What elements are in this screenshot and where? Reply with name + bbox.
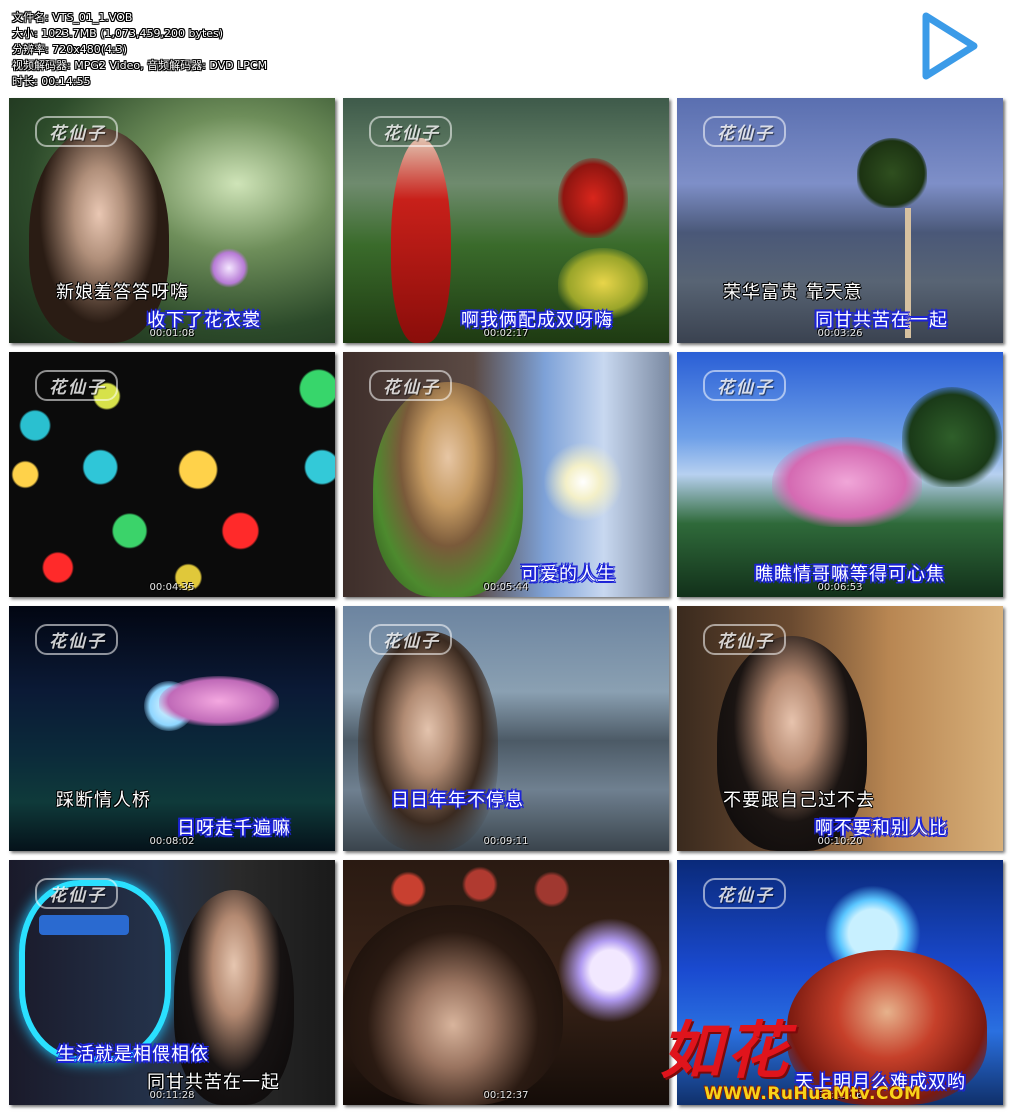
thumbnail[interactable]: 花仙子 瞧瞧情哥嘛等得可心焦 00:06:53 [677,352,1003,597]
thumbnail[interactable]: 花仙子 日日年年不停息 00:09:11 [343,606,669,851]
thumbnail[interactable]: 花仙子 啊我俩配成双呀嗨 00:02:17 [343,98,669,343]
timestamp: 00:02:17 [483,328,529,339]
channel-logo: 花仙子 [35,370,118,401]
timestamp: 00:05:44 [483,582,529,593]
lyric-line-1: 生活就是相偎相依 [57,1044,209,1065]
thumbnail[interactable]: 花仙子 不要跟自己过不去 啊不要和别人比 00:10:20 [677,606,1003,851]
lyric-line-2: 日日年年不停息 [391,790,524,811]
timestamp: 00:06:53 [817,582,863,593]
lyric-line-1: 新娘羞答答呀嗨 [56,282,189,303]
site-watermark: 如花 WWW.RuHuaMtv.COM [660,1000,990,1110]
lyric-line-1: 荣华富贵 靠天意 [723,282,863,303]
lyric-line-1: 不要跟自己过不去 [723,790,875,811]
timestamp: 00:11:28 [149,1090,195,1101]
timestamp: 00:08:02 [149,836,195,847]
timestamp: 00:04:35 [149,582,195,593]
play-icon[interactable] [918,10,980,82]
thumbnail[interactable]: 00:12:37 [343,860,669,1105]
timestamp: 00:03:26 [817,328,863,339]
channel-logo: 花仙子 [703,878,786,909]
channel-logo: 花仙子 [703,624,786,655]
timestamp: 00:10:20 [817,836,863,847]
thumbnail[interactable]: 花仙子 踩断情人桥 日呀走千遍嘛 00:08:02 [9,606,335,851]
thumbnail[interactable]: 花仙子 生活就是相偎相依 同甘共苦在一起 00:11:28 [9,860,335,1105]
file-info-panel: 文件名: VTS_01_1.VOB 大小: 1023.7MB (1,073,45… [12,10,267,90]
timestamp: 00:12:37 [483,1090,529,1101]
thumbnail[interactable]: 花仙子 可爱的人生 00:05:44 [343,352,669,597]
channel-logo: 花仙子 [35,878,118,909]
channel-logo: 花仙子 [35,116,118,147]
channel-logo: 花仙子 [369,116,452,147]
channel-logo: 花仙子 [703,116,786,147]
video-duration: 时长: 00:14:55 [12,75,91,88]
thumbnail[interactable]: 花仙子 新娘羞答答呀嗨 收下了花衣裳 00:01:08 [9,98,335,343]
timestamp: 00:01:08 [149,328,195,339]
lyric-line-1: 踩断情人桥 [56,790,151,811]
timestamp: 00:09:11 [483,836,529,847]
file-name: 文件名: VTS_01_1.VOB [12,11,133,24]
file-size: 大小: 1023.7MB (1,073,459,200 bytes) [12,27,224,40]
channel-logo: 花仙子 [35,624,118,655]
watermark-url: WWW.RuHuaMtv.COM [704,1084,922,1104]
channel-logo: 花仙子 [369,624,452,655]
watermark-brand: 如花 [660,1014,793,1087]
thumbnail-grid: 花仙子 新娘羞答答呀嗨 收下了花衣裳 00:01:08 花仙子 啊我俩配成双呀嗨… [9,98,1003,1105]
thumbnail[interactable]: 花仙子 荣华富贵 靠天意 同甘共苦在一起 00:03:26 [677,98,1003,343]
channel-logo: 花仙子 [703,370,786,401]
thumbnail[interactable]: 花仙子 00:04:35 [9,352,335,597]
video-resolution: 分辨率: 720x480(4:3) [12,43,127,56]
channel-logo: 花仙子 [369,370,452,401]
codec-info: 视频解码器: MPG2 Video, 音频解码器: DVD LPCM [12,59,268,72]
